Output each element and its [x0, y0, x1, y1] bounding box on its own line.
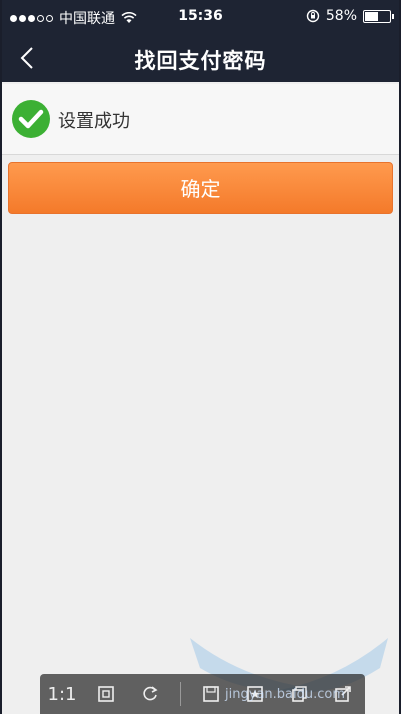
- battery-percent: 58%: [325, 8, 357, 24]
- actual-size-button[interactable]: 1:1: [48, 680, 77, 708]
- phone-screen: 中国联通 15:36 58% 找回支付密码 设置成功 确定 1:1 jingya…: [2, 0, 399, 714]
- fit-screen-icon[interactable]: [92, 680, 120, 708]
- status-right: 58%: [306, 8, 394, 24]
- toolbar-divider: [180, 682, 181, 706]
- result-message: 设置成功: [58, 111, 130, 132]
- rotation-lock-icon: [306, 9, 320, 23]
- photo-viewer-toolbar: 1:1 jingyan.baidu.com: [40, 674, 365, 714]
- rotate-icon[interactable]: [136, 680, 164, 708]
- watermark-text: jingyan.baidu.com: [225, 687, 345, 702]
- save-icon[interactable]: [197, 680, 225, 708]
- status-bar: 中国联通 15:36 58%: [2, 0, 399, 34]
- navigation-bar: 找回支付密码: [2, 34, 399, 82]
- check-circle-icon: [12, 100, 50, 138]
- page-title: 找回支付密码: [134, 49, 267, 73]
- battery-icon: [363, 9, 394, 23]
- confirm-button[interactable]: 确定: [8, 162, 393, 214]
- result-row: 设置成功: [2, 84, 399, 155]
